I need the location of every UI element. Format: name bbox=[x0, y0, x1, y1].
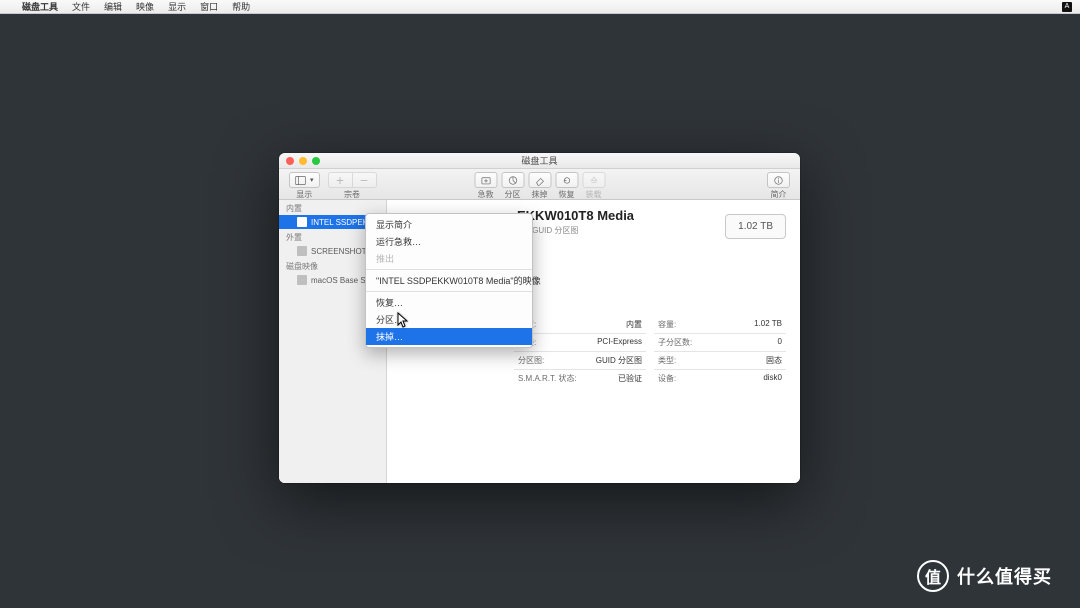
disk-icon bbox=[297, 217, 307, 227]
ctx-restore[interactable]: 恢复… bbox=[366, 294, 532, 311]
toolbar-label: 分区 bbox=[505, 189, 521, 200]
ctx-separator bbox=[366, 291, 532, 292]
ctx-image[interactable]: "INTEL SSDPEKKW010T8 Media"的映像 bbox=[366, 272, 532, 289]
pie-icon bbox=[507, 175, 518, 186]
menubar-item[interactable]: 窗口 bbox=[200, 0, 218, 13]
restore-icon bbox=[561, 175, 572, 186]
info-value: GUID 分区图 bbox=[596, 355, 642, 366]
zoom-button[interactable] bbox=[312, 157, 320, 165]
info-value: 0 bbox=[778, 337, 782, 348]
restore-button[interactable] bbox=[555, 172, 578, 188]
toolbar-label: 急救 bbox=[478, 189, 494, 200]
toolbar-label: 宗卷 bbox=[344, 189, 360, 200]
menubar-item[interactable]: 显示 bbox=[168, 0, 186, 13]
watermark: 值 什么值得买 bbox=[917, 560, 1052, 592]
ctx-get-info[interactable]: 显示简介 bbox=[366, 216, 532, 233]
info-key: 容量: bbox=[658, 319, 676, 330]
system-menubar: 磁盘工具 文件 编辑 映像 显示 窗口 帮助 A bbox=[0, 0, 1080, 14]
ctx-separator bbox=[366, 269, 532, 270]
toolbar: ▾ 显示 ＋ － 宗卷 急救 分区 抹掉 恢复 装载 简介 bbox=[279, 169, 800, 200]
ctx-partition[interactable]: 分区… bbox=[366, 311, 532, 328]
mount-icon bbox=[588, 175, 599, 186]
first-aid-icon bbox=[480, 175, 491, 186]
watermark-text: 什么值得买 bbox=[957, 563, 1052, 589]
sidebar-item-label: SCREENSHOT bbox=[311, 247, 367, 256]
toolbar-label: 抹掉 bbox=[532, 189, 548, 200]
toolbar-label: 装载 bbox=[586, 189, 602, 200]
info-value: 固态 bbox=[766, 355, 782, 366]
info-value: 内置 bbox=[626, 319, 642, 330]
disk-size-badge: 1.02 TB bbox=[725, 214, 786, 239]
titlebar[interactable]: 磁盘工具 bbox=[279, 153, 800, 169]
disk-utility-window: 磁盘工具 ▾ 显示 ＋ － 宗卷 急救 分区 抹掉 恢复 装载 简介 bbox=[279, 153, 800, 483]
disk-subtitle: 盘 · GUID 分区图 bbox=[517, 225, 634, 236]
info-button[interactable] bbox=[767, 172, 790, 188]
minimize-button[interactable] bbox=[299, 157, 307, 165]
disk-info-table: 位置:内置 连接:PCI-Express 分区图:GUID 分区图 S.M.A.… bbox=[514, 316, 786, 387]
add-volume-button[interactable]: ＋ bbox=[328, 172, 352, 188]
toolbar-label: 显示 bbox=[296, 189, 312, 200]
cursor-icon bbox=[397, 312, 409, 328]
info-key: 类型: bbox=[658, 355, 676, 366]
partition-button[interactable] bbox=[501, 172, 524, 188]
sidebar-icon bbox=[295, 175, 306, 186]
close-button[interactable] bbox=[286, 157, 294, 165]
watermark-badge: 值 bbox=[917, 560, 949, 592]
ctx-erase[interactable]: 抹掉… bbox=[366, 328, 532, 345]
menubar-item[interactable]: 映像 bbox=[136, 0, 154, 13]
disk-image-icon bbox=[297, 275, 307, 285]
context-menu: 显示简介 运行急救… 推出 "INTEL SSDPEKKW010T8 Media… bbox=[365, 213, 533, 348]
info-key: 分区图: bbox=[518, 355, 544, 366]
ctx-eject: 推出 bbox=[366, 250, 532, 267]
erase-icon bbox=[534, 175, 545, 186]
menubar-item[interactable]: 帮助 bbox=[232, 0, 250, 13]
info-value: 1.02 TB bbox=[754, 319, 782, 330]
mount-button[interactable] bbox=[582, 172, 605, 188]
info-value: PCI-Express bbox=[597, 337, 642, 348]
disk-title: EKKW010T8 Media bbox=[517, 208, 634, 223]
toolbar-label: 简介 bbox=[771, 189, 787, 200]
toolbar-volume-group: ＋ － 宗卷 bbox=[328, 172, 377, 200]
info-value: disk0 bbox=[763, 373, 782, 384]
ctx-first-aid[interactable]: 运行急救… bbox=[366, 233, 532, 250]
info-key: S.M.A.R.T. 状态: bbox=[518, 373, 577, 384]
erase-button[interactable] bbox=[528, 172, 551, 188]
info-key: 子分区数: bbox=[658, 337, 692, 348]
info-value: 已验证 bbox=[618, 373, 642, 384]
window-title: 磁盘工具 bbox=[279, 154, 800, 167]
view-button[interactable]: ▾ bbox=[289, 172, 320, 188]
first-aid-button[interactable] bbox=[474, 172, 497, 188]
input-source-icon[interactable]: A bbox=[1062, 2, 1072, 12]
info-icon bbox=[773, 175, 784, 186]
menubar-item[interactable]: 编辑 bbox=[104, 0, 122, 13]
disk-icon bbox=[297, 246, 307, 256]
menubar-item[interactable]: 文件 bbox=[72, 0, 90, 13]
toolbar-label: 恢复 bbox=[559, 189, 575, 200]
toolbar-view-group: ▾ 显示 bbox=[289, 172, 320, 200]
menubar-app[interactable]: 磁盘工具 bbox=[22, 0, 58, 13]
info-key: 设备: bbox=[658, 373, 676, 384]
remove-volume-button[interactable]: － bbox=[352, 172, 377, 188]
